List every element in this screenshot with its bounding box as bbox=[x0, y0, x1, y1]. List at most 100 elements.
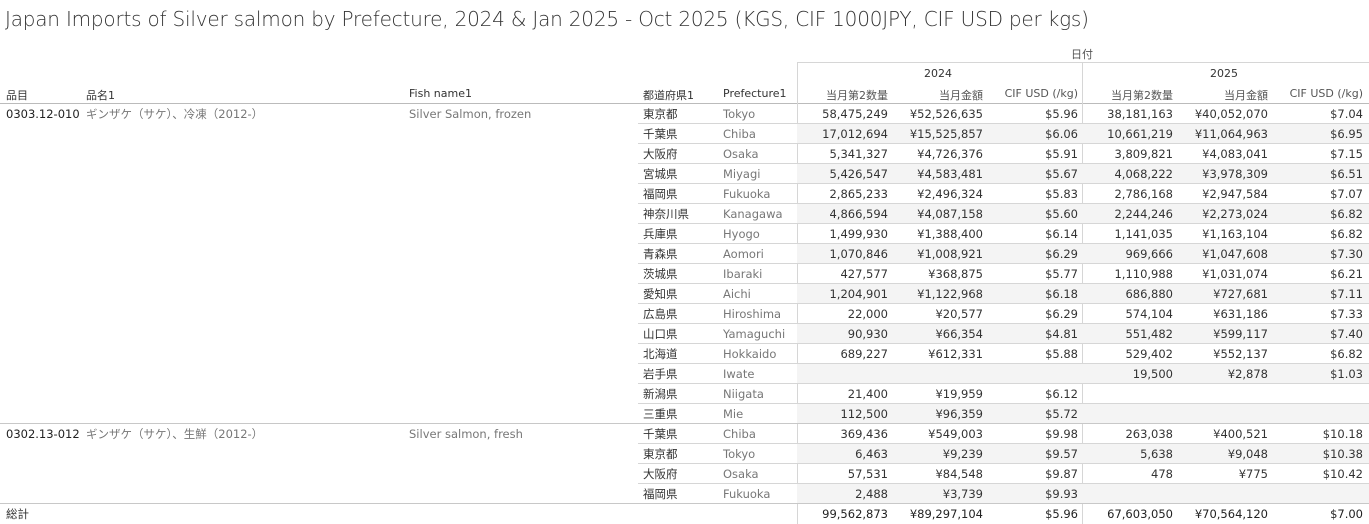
prefecture-en[interactable]: Hyogo bbox=[723, 224, 760, 244]
value-cell[interactable]: $6.21 bbox=[1330, 264, 1363, 284]
prefecture-en[interactable]: Ibaraki bbox=[723, 264, 762, 284]
measure-header-amount-2025[interactable]: 当月金額 bbox=[1224, 87, 1268, 103]
value-cell[interactable]: $7.33 bbox=[1330, 304, 1363, 324]
value-cell[interactable]: 3,809,821 bbox=[1114, 144, 1173, 164]
value-cell[interactable]: $7.30 bbox=[1330, 244, 1363, 264]
value-cell[interactable]: ¥9,048 bbox=[1228, 444, 1268, 464]
value-cell[interactable]: $6.29 bbox=[1045, 244, 1078, 264]
value-cell[interactable]: ¥549,003 bbox=[928, 424, 983, 444]
col-header-name[interactable]: 品名1 bbox=[86, 87, 115, 103]
value-cell[interactable]: 4,866,594 bbox=[829, 204, 888, 224]
value-cell[interactable]: ¥727,681 bbox=[1213, 284, 1268, 304]
value-cell[interactable]: ¥4,083,041 bbox=[1202, 144, 1268, 164]
value-cell[interactable]: $7.11 bbox=[1330, 284, 1363, 304]
value-cell[interactable]: 5,426,547 bbox=[829, 164, 888, 184]
value-cell[interactable]: 58,475,249 bbox=[822, 104, 888, 124]
measure-header-usd-2024[interactable]: CIF USD (/kg) bbox=[1005, 87, 1078, 100]
prefecture-jp[interactable]: 福岡県 bbox=[643, 484, 678, 504]
value-cell[interactable]: ¥1,163,104 bbox=[1202, 224, 1268, 244]
value-cell[interactable]: $5.96 bbox=[1045, 104, 1078, 124]
prefecture-jp[interactable]: 青森県 bbox=[643, 244, 678, 264]
value-cell[interactable]: 689,227 bbox=[840, 344, 888, 364]
value-cell[interactable]: 551,482 bbox=[1125, 324, 1173, 344]
value-cell[interactable]: $6.12 bbox=[1045, 384, 1078, 404]
value-cell[interactable]: 1,141,035 bbox=[1114, 224, 1173, 244]
value-cell[interactable]: 1,110,988 bbox=[1114, 264, 1173, 284]
value-cell[interactable]: 1,499,930 bbox=[829, 224, 888, 244]
value-cell[interactable]: 17,012,694 bbox=[822, 124, 888, 144]
value-cell[interactable]: ¥1,047,608 bbox=[1202, 244, 1268, 264]
value-cell[interactable]: $5.91 bbox=[1045, 144, 1078, 164]
value-cell[interactable]: 969,666 bbox=[1125, 244, 1173, 264]
value-cell[interactable]: $1.03 bbox=[1330, 364, 1363, 384]
value-cell[interactable]: $4.81 bbox=[1045, 324, 1078, 344]
value-cell[interactable]: $5.72 bbox=[1045, 404, 1078, 424]
value-cell[interactable]: 4,068,222 bbox=[1114, 164, 1173, 184]
item-code[interactable]: 0303.12-010 bbox=[6, 104, 80, 124]
value-cell[interactable]: $10.18 bbox=[1323, 424, 1363, 444]
value-cell[interactable]: ¥2,273,024 bbox=[1202, 204, 1268, 224]
value-cell[interactable]: 57,531 bbox=[848, 464, 888, 484]
measure-header-usd-2025[interactable]: CIF USD (/kg) bbox=[1290, 87, 1363, 100]
value-cell[interactable]: ¥4,087,158 bbox=[917, 204, 983, 224]
prefecture-jp[interactable]: 大阪府 bbox=[643, 144, 678, 164]
prefecture-en[interactable]: Chiba bbox=[723, 424, 756, 444]
value-cell[interactable]: $6.82 bbox=[1330, 344, 1363, 364]
value-cell[interactable]: ¥4,583,481 bbox=[917, 164, 983, 184]
prefecture-en[interactable]: Osaka bbox=[723, 144, 759, 164]
value-cell[interactable]: 1,204,901 bbox=[829, 284, 888, 304]
value-cell[interactable]: ¥40,052,070 bbox=[1195, 104, 1268, 124]
value-cell[interactable]: ¥96,359 bbox=[935, 404, 983, 424]
value-cell[interactable]: ¥631,186 bbox=[1213, 304, 1268, 324]
prefecture-jp[interactable]: 福岡県 bbox=[643, 184, 678, 204]
value-cell[interactable]: ¥599,117 bbox=[1213, 324, 1268, 344]
value-cell[interactable]: $5.88 bbox=[1045, 344, 1078, 364]
value-cell[interactable]: $6.14 bbox=[1045, 224, 1078, 244]
value-cell[interactable]: ¥15,525,857 bbox=[910, 124, 983, 144]
prefecture-jp[interactable]: 宮城県 bbox=[643, 164, 678, 184]
value-cell[interactable]: ¥9,239 bbox=[943, 444, 983, 464]
prefecture-jp[interactable]: 北海道 bbox=[643, 344, 678, 364]
col-header-pref-en[interactable]: Prefecture1 bbox=[723, 87, 787, 100]
fish-name[interactable]: Silver Salmon, frozen bbox=[409, 104, 531, 124]
measure-header-qty-2025[interactable]: 当月第2数量 bbox=[1111, 87, 1173, 103]
item-name[interactable]: ギンザケ（サケ）、冷凍（2012-） bbox=[86, 104, 263, 124]
value-cell[interactable]: $10.38 bbox=[1323, 444, 1363, 464]
value-cell[interactable]: ¥3,978,309 bbox=[1202, 164, 1268, 184]
col-header-fish[interactable]: Fish name1 bbox=[409, 87, 472, 100]
value-cell[interactable]: ¥2,496,324 bbox=[917, 184, 983, 204]
prefecture-en[interactable]: Chiba bbox=[723, 124, 756, 144]
prefecture-jp[interactable]: 三重県 bbox=[643, 404, 678, 424]
value-cell[interactable]: ¥1,122,968 bbox=[917, 284, 983, 304]
value-cell[interactable]: ¥400,521 bbox=[1213, 424, 1268, 444]
grand-total-cell[interactable]: 99,562,873 bbox=[822, 504, 888, 524]
prefecture-en[interactable]: Aichi bbox=[723, 284, 751, 304]
value-cell[interactable]: 2,244,246 bbox=[1114, 204, 1173, 224]
prefecture-jp[interactable]: 岩手県 bbox=[643, 364, 678, 384]
value-cell[interactable]: 478 bbox=[1151, 464, 1173, 484]
value-cell[interactable]: $6.06 bbox=[1045, 124, 1078, 144]
value-cell[interactable]: 1,070,846 bbox=[829, 244, 888, 264]
value-cell[interactable]: 427,577 bbox=[840, 264, 888, 284]
prefecture-en[interactable]: Miyagi bbox=[723, 164, 760, 184]
value-cell[interactable]: ¥2,947,584 bbox=[1202, 184, 1268, 204]
value-cell[interactable]: 369,436 bbox=[840, 424, 888, 444]
value-cell[interactable]: ¥3,739 bbox=[943, 484, 983, 504]
value-cell[interactable]: 574,104 bbox=[1125, 304, 1173, 324]
prefecture-jp[interactable]: 広島県 bbox=[643, 304, 678, 324]
value-cell[interactable]: 6,463 bbox=[855, 444, 888, 464]
prefecture-en[interactable]: Kanagawa bbox=[723, 204, 783, 224]
prefecture-jp[interactable]: 千葉県 bbox=[643, 424, 678, 444]
value-cell[interactable]: $6.29 bbox=[1045, 304, 1078, 324]
value-cell[interactable]: ¥2,878 bbox=[1228, 364, 1268, 384]
value-cell[interactable]: $9.57 bbox=[1045, 444, 1078, 464]
value-cell[interactable]: 263,038 bbox=[1125, 424, 1173, 444]
value-cell[interactable]: $6.82 bbox=[1330, 204, 1363, 224]
prefecture-en[interactable]: Yamaguchi bbox=[723, 324, 785, 344]
prefecture-en[interactable]: Iwate bbox=[723, 364, 754, 384]
value-cell[interactable]: 529,402 bbox=[1125, 344, 1173, 364]
prefecture-jp[interactable]: 兵庫県 bbox=[643, 224, 678, 244]
value-cell[interactable]: 5,638 bbox=[1140, 444, 1173, 464]
value-cell[interactable]: $7.40 bbox=[1330, 324, 1363, 344]
value-cell[interactable]: 90,930 bbox=[848, 324, 888, 344]
